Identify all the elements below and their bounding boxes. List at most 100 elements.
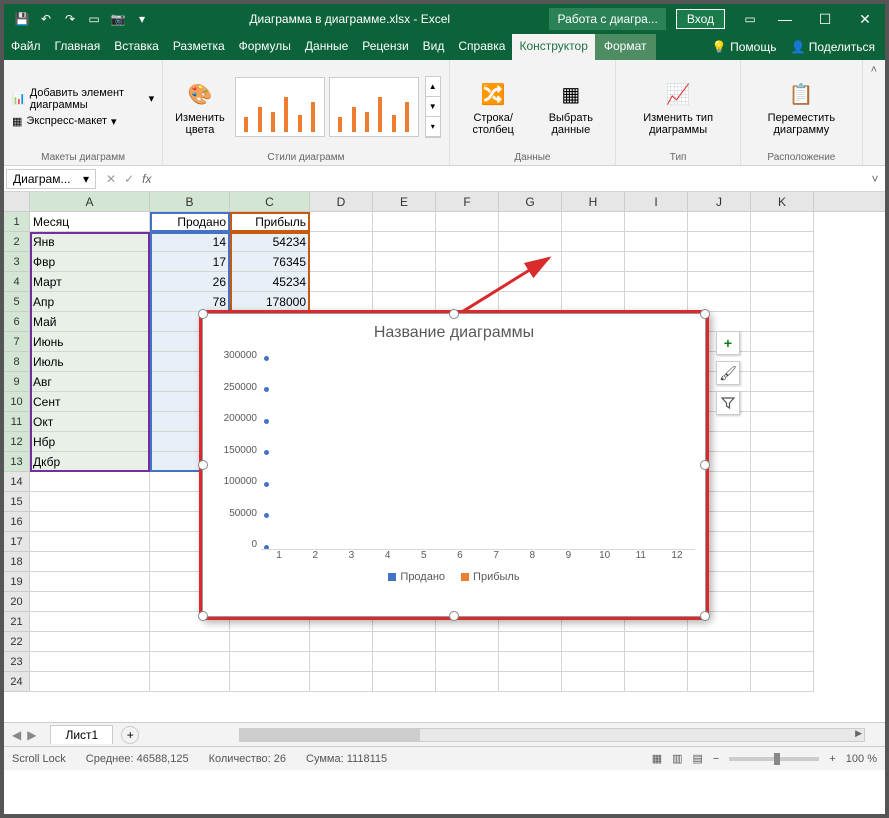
col-header-i[interactable]: I — [625, 192, 688, 211]
cell[interactable] — [751, 252, 814, 272]
horizontal-scrollbar[interactable]: ◀ ▶ — [239, 728, 865, 742]
row-header[interactable]: 15 — [4, 492, 30, 512]
chart-legend[interactable]: Продано Прибыль — [213, 571, 695, 583]
cell[interactable] — [499, 272, 562, 292]
fx-icon[interactable]: fx — [142, 172, 151, 186]
cell[interactable] — [751, 492, 814, 512]
chart-elements-button[interactable]: + — [716, 331, 740, 355]
chart-filters-button[interactable] — [716, 391, 740, 415]
cell[interactable] — [751, 292, 814, 312]
cell[interactable] — [751, 572, 814, 592]
row-header[interactable]: 5 — [4, 292, 30, 312]
cell[interactable] — [751, 552, 814, 572]
cell[interactable] — [436, 232, 499, 252]
cell[interactable] — [30, 652, 150, 672]
cell[interactable] — [562, 652, 625, 672]
cell[interactable] — [373, 232, 436, 252]
cell[interactable]: Сент — [30, 392, 150, 412]
change-chart-type-button[interactable]: 📈 Изменить тип диаграммы — [624, 76, 732, 138]
cell[interactable] — [30, 472, 150, 492]
style-expand[interactable]: ▾ — [426, 117, 440, 137]
style-thumb-2[interactable] — [329, 77, 419, 137]
row-header[interactable]: 13 — [4, 452, 30, 472]
cell[interactable] — [688, 252, 751, 272]
qat-dropdown-icon[interactable]: ▾ — [134, 11, 150, 27]
cell[interactable] — [436, 252, 499, 272]
zoom-out-button[interactable]: − — [713, 753, 719, 765]
cancel-formula-icon[interactable]: ✕ — [106, 172, 116, 186]
cell[interactable] — [373, 272, 436, 292]
cell[interactable] — [150, 672, 230, 692]
cell[interactable] — [436, 292, 499, 312]
row-header[interactable]: 16 — [4, 512, 30, 532]
cell[interactable]: Нбр — [30, 432, 150, 452]
tab-design[interactable]: Конструктор — [512, 34, 594, 60]
style-scroll-down[interactable]: ▼ — [426, 97, 440, 117]
cell[interactable] — [625, 272, 688, 292]
add-chart-element-button[interactable]: 📊Добавить элемент диаграммы ▾ — [12, 87, 154, 111]
row-header[interactable]: 19 — [4, 572, 30, 592]
cell[interactable] — [751, 392, 814, 412]
sheet-tab-1[interactable]: Лист1 — [50, 725, 113, 744]
cell[interactable]: Май — [30, 312, 150, 332]
row-header[interactable]: 11 — [4, 412, 30, 432]
cell[interactable]: 14 — [150, 232, 230, 252]
col-header-e[interactable]: E — [373, 192, 436, 211]
cell[interactable] — [625, 672, 688, 692]
cell[interactable] — [310, 632, 373, 652]
cell[interactable] — [751, 472, 814, 492]
cell[interactable] — [230, 652, 310, 672]
cell[interactable]: 76345 — [230, 252, 310, 272]
cell[interactable] — [562, 232, 625, 252]
touch-mode-icon[interactable]: ▭ — [86, 11, 102, 27]
cell[interactable] — [436, 272, 499, 292]
ribbon-display-icon[interactable]: ▭ — [735, 12, 765, 26]
minimize-button[interactable]: — — [765, 11, 805, 28]
tab-file[interactable]: Файл — [4, 34, 48, 60]
cell[interactable]: Прибыль — [230, 212, 310, 232]
cell[interactable] — [751, 212, 814, 232]
chart-style-gallery[interactable] — [235, 77, 419, 137]
cell[interactable] — [625, 212, 688, 232]
tell-me[interactable]: 💡 Помощь — [712, 40, 777, 54]
enter-formula-icon[interactable]: ✓ — [124, 172, 134, 186]
cell[interactable] — [751, 512, 814, 532]
cell[interactable] — [625, 252, 688, 272]
cell[interactable]: Продано — [150, 212, 230, 232]
cell[interactable] — [751, 652, 814, 672]
cell[interactable] — [499, 252, 562, 272]
cell[interactable] — [30, 612, 150, 632]
row-header[interactable]: 7 — [4, 332, 30, 352]
col-header-a[interactable]: A — [30, 192, 150, 211]
zoom-in-button[interactable]: + — [829, 753, 835, 765]
cell[interactable] — [373, 672, 436, 692]
undo-icon[interactable]: ↶ — [38, 11, 54, 27]
cell[interactable]: Июль — [30, 352, 150, 372]
col-header-f[interactable]: F — [436, 192, 499, 211]
select-data-button[interactable]: ▦ Выбрать данные — [535, 76, 608, 138]
page-break-view-icon[interactable]: ▤ — [693, 752, 703, 765]
cell[interactable] — [30, 532, 150, 552]
cell[interactable] — [625, 632, 688, 652]
cell[interactable] — [562, 252, 625, 272]
row-header[interactable]: 17 — [4, 532, 30, 552]
cell[interactable] — [625, 652, 688, 672]
cell[interactable] — [436, 652, 499, 672]
express-layout-button[interactable]: ▦Экспресс-макет ▾ — [12, 115, 117, 128]
signin-button[interactable]: Вход — [676, 9, 725, 29]
cell[interactable] — [688, 652, 751, 672]
col-header-j[interactable]: J — [688, 192, 751, 211]
sheet-nav-next[interactable]: ▶ — [27, 728, 36, 742]
cell[interactable]: 78 — [150, 292, 230, 312]
row-header[interactable]: 1 — [4, 212, 30, 232]
collapse-ribbon-icon[interactable]: ˄ — [863, 60, 885, 165]
col-header-h[interactable]: H — [562, 192, 625, 211]
cell[interactable] — [150, 652, 230, 672]
change-colors-button[interactable]: 🎨 Изменить цвета — [171, 76, 229, 138]
zoom-slider[interactable] — [729, 757, 819, 761]
chart-plot-area[interactable]: 050000100000150000200000250000300000 — [213, 350, 695, 550]
cell[interactable]: Фвр — [30, 252, 150, 272]
cell[interactable] — [436, 632, 499, 652]
cell[interactable]: 54234 — [230, 232, 310, 252]
select-all-corner[interactable] — [4, 192, 30, 211]
